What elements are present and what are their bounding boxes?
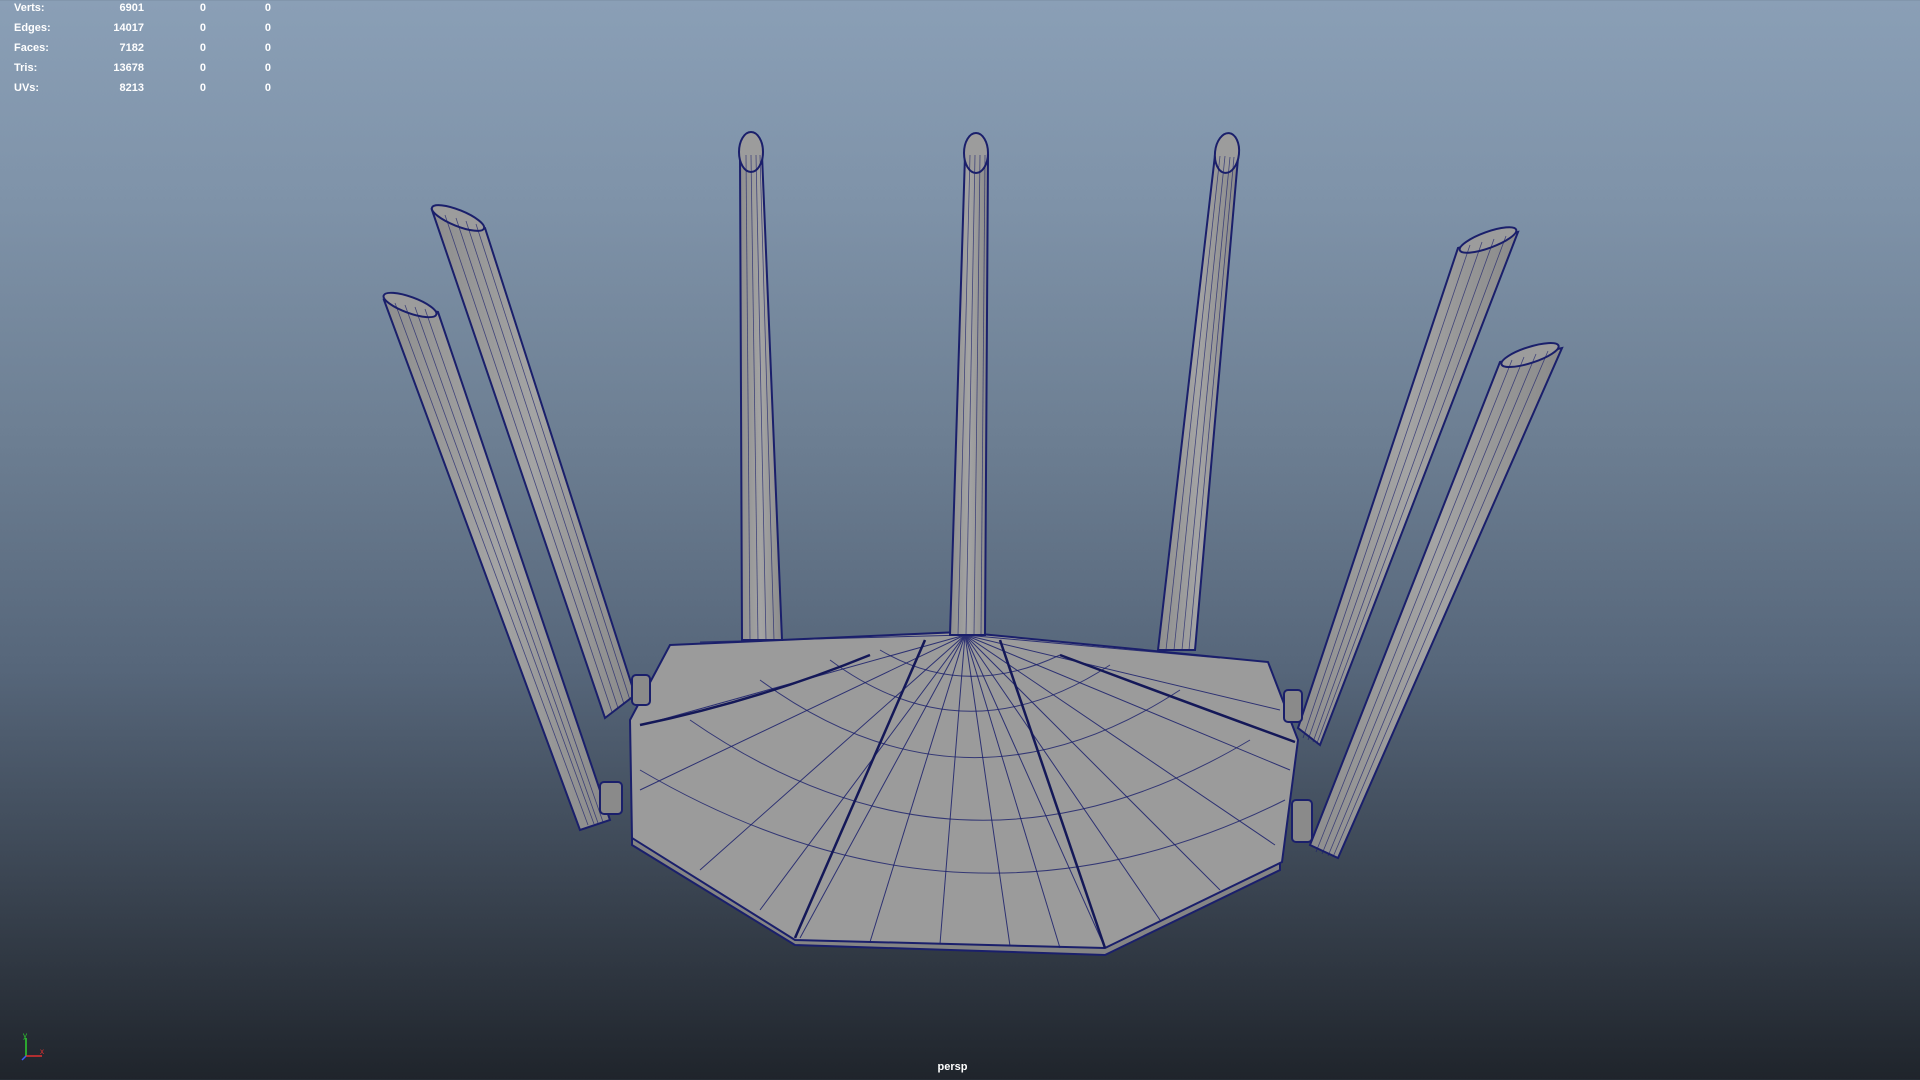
hud-value: 0 <box>199 22 206 34</box>
hud-label: Tris: <box>14 62 38 74</box>
antenna-center-left[interactable] <box>738 131 784 641</box>
hud-row-verts: Verts: 6901 0 0 <box>14 1 271 21</box>
hud-value: 8213 <box>119 82 144 94</box>
hud-row-edges: Edges: 14017 0 0 <box>14 21 271 41</box>
hud-value: 6901 <box>119 2 144 14</box>
hud-value: 0 <box>199 42 206 54</box>
hud-value: 0 <box>264 62 271 74</box>
hud-value: 0 <box>264 42 271 54</box>
router-base[interactable] <box>628 630 1300 957</box>
hud-value: 0 <box>264 82 271 94</box>
hud-value: 0 <box>199 82 206 94</box>
hud-label: Faces: <box>14 42 49 54</box>
hud-value: 0 <box>264 2 271 14</box>
hud-value: 13678 <box>113 62 144 74</box>
router-model-wireframe[interactable] <box>0 0 1920 1080</box>
hud-value: 0 <box>199 62 206 74</box>
hud-value: 7182 <box>119 42 144 54</box>
hud-row-uvs: UVs: 8213 0 0 <box>14 81 271 101</box>
hud-row-faces: Faces: 7182 0 0 <box>14 41 271 61</box>
camera-name-label: persp <box>937 1061 968 1073</box>
poly-count-hud: Verts: 6901 0 0 Edges: 14017 0 0 Faces: … <box>14 1 271 101</box>
antenna-center[interactable] <box>948 132 990 636</box>
hud-value: 0 <box>199 2 206 14</box>
hud-value: 0 <box>264 22 271 34</box>
antenna-center-right[interactable] <box>1156 132 1241 651</box>
hud-label: UVs: <box>14 82 40 94</box>
hud-label: Verts: <box>14 2 45 14</box>
hud-label: Edges: <box>14 22 51 34</box>
hud-value: 14017 <box>113 22 144 34</box>
axis-y-label: y <box>23 1032 27 1040</box>
axis-x-label: x <box>40 1047 44 1056</box>
axis-gizmo-icon: y x <box>21 1032 44 1061</box>
3d-viewport[interactable] <box>0 0 1920 1080</box>
hud-row-tris: Tris: 13678 0 0 <box>14 61 271 81</box>
